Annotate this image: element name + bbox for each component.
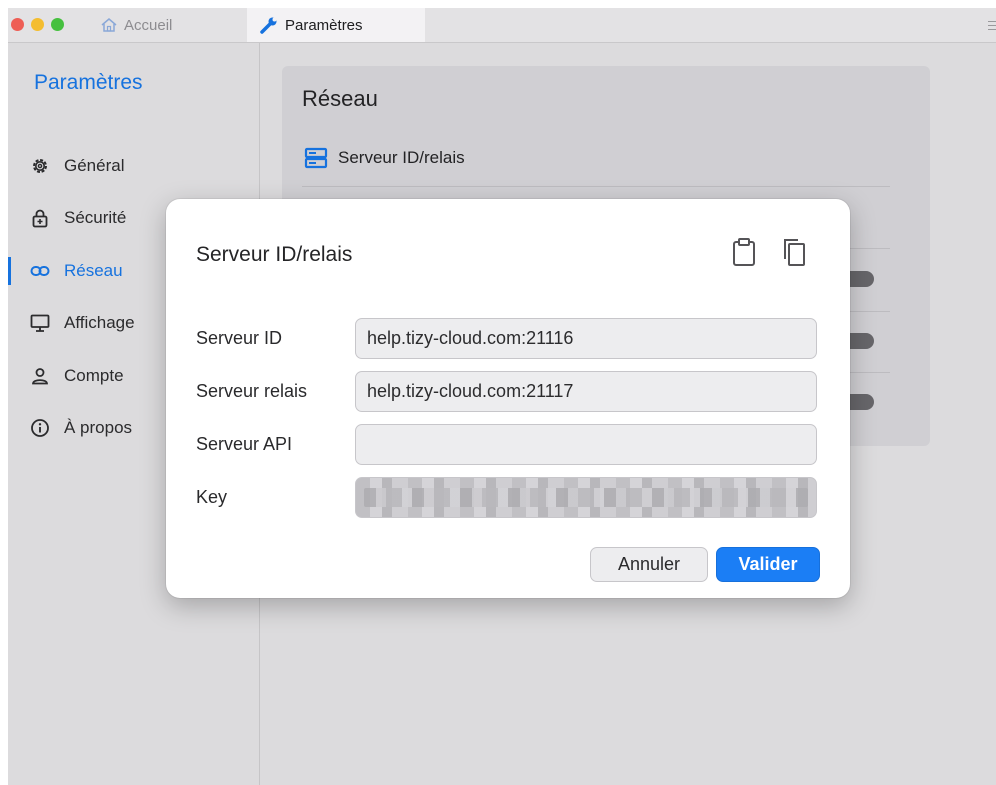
tab-settings-label: Paramètres bbox=[285, 16, 363, 34]
sidebar-item-label: Général bbox=[64, 156, 125, 175]
minimize-window-button[interactable] bbox=[31, 18, 44, 31]
title-bar: Accueil Paramètres bbox=[8, 8, 996, 43]
server-settings-label: Serveur ID/relais bbox=[338, 148, 465, 167]
key-input[interactable] bbox=[355, 477, 817, 518]
server-id-value: help.tizy-cloud.com:21116 bbox=[367, 328, 574, 348]
key-label: Key bbox=[196, 487, 228, 507]
sidebar-item-label: Affichage bbox=[64, 313, 135, 332]
copy-icon[interactable] bbox=[781, 237, 807, 267]
menu-icon[interactable] bbox=[988, 21, 996, 33]
divider bbox=[302, 186, 890, 187]
tab-home-label: Accueil bbox=[124, 16, 173, 34]
tab-settings[interactable]: Paramètres bbox=[247, 8, 425, 42]
info-icon bbox=[31, 419, 49, 437]
blurred-key-value bbox=[364, 488, 808, 507]
server-settings-row[interactable]: Serveur ID/relais bbox=[304, 146, 465, 170]
home-icon bbox=[101, 18, 117, 32]
server-icon bbox=[304, 147, 328, 169]
link-icon bbox=[30, 266, 50, 276]
sidebar-item-label: Sécurité bbox=[64, 208, 127, 227]
sidebar-item-label: À propos bbox=[64, 418, 133, 437]
relay-server-label: Serveur relais bbox=[196, 381, 308, 401]
gear-icon bbox=[33, 159, 47, 173]
cancel-button[interactable]: Annuler bbox=[590, 547, 708, 582]
page-title: Réseau bbox=[302, 86, 378, 111]
clipboard-icon[interactable] bbox=[731, 237, 757, 267]
sidebar-item-label: Compte bbox=[64, 366, 124, 385]
api-server-input[interactable] bbox=[355, 424, 817, 465]
sidebar-item-general[interactable]: Général bbox=[8, 146, 259, 186]
validate-button[interactable]: Valider bbox=[716, 547, 820, 582]
maximize-window-button[interactable] bbox=[51, 18, 64, 31]
lock-icon bbox=[32, 209, 48, 228]
wrench-icon bbox=[260, 17, 277, 34]
server-dialog: Serveur ID/relais Serveur ID help.tizy-c… bbox=[166, 199, 850, 598]
monitor-icon bbox=[30, 314, 50, 332]
server-id-label: Serveur ID bbox=[196, 328, 283, 348]
relay-server-input[interactable]: help.tizy-cloud.com:21117 bbox=[355, 371, 817, 412]
sidebar-item-label: Réseau bbox=[64, 261, 123, 280]
server-id-input[interactable]: help.tizy-cloud.com:21116 bbox=[355, 318, 817, 359]
close-window-button[interactable] bbox=[11, 18, 24, 31]
sidebar-title: Paramètres bbox=[34, 71, 143, 94]
relay-server-value: help.tizy-cloud.com:21117 bbox=[367, 381, 574, 401]
tab-home[interactable]: Accueil bbox=[100, 8, 172, 42]
dialog-title: Serveur ID/relais bbox=[196, 243, 353, 266]
app-window: Accueil Paramètres Paramètres Général Sé… bbox=[8, 8, 996, 785]
user-icon bbox=[32, 368, 48, 385]
api-server-label: Serveur API bbox=[196, 434, 293, 454]
